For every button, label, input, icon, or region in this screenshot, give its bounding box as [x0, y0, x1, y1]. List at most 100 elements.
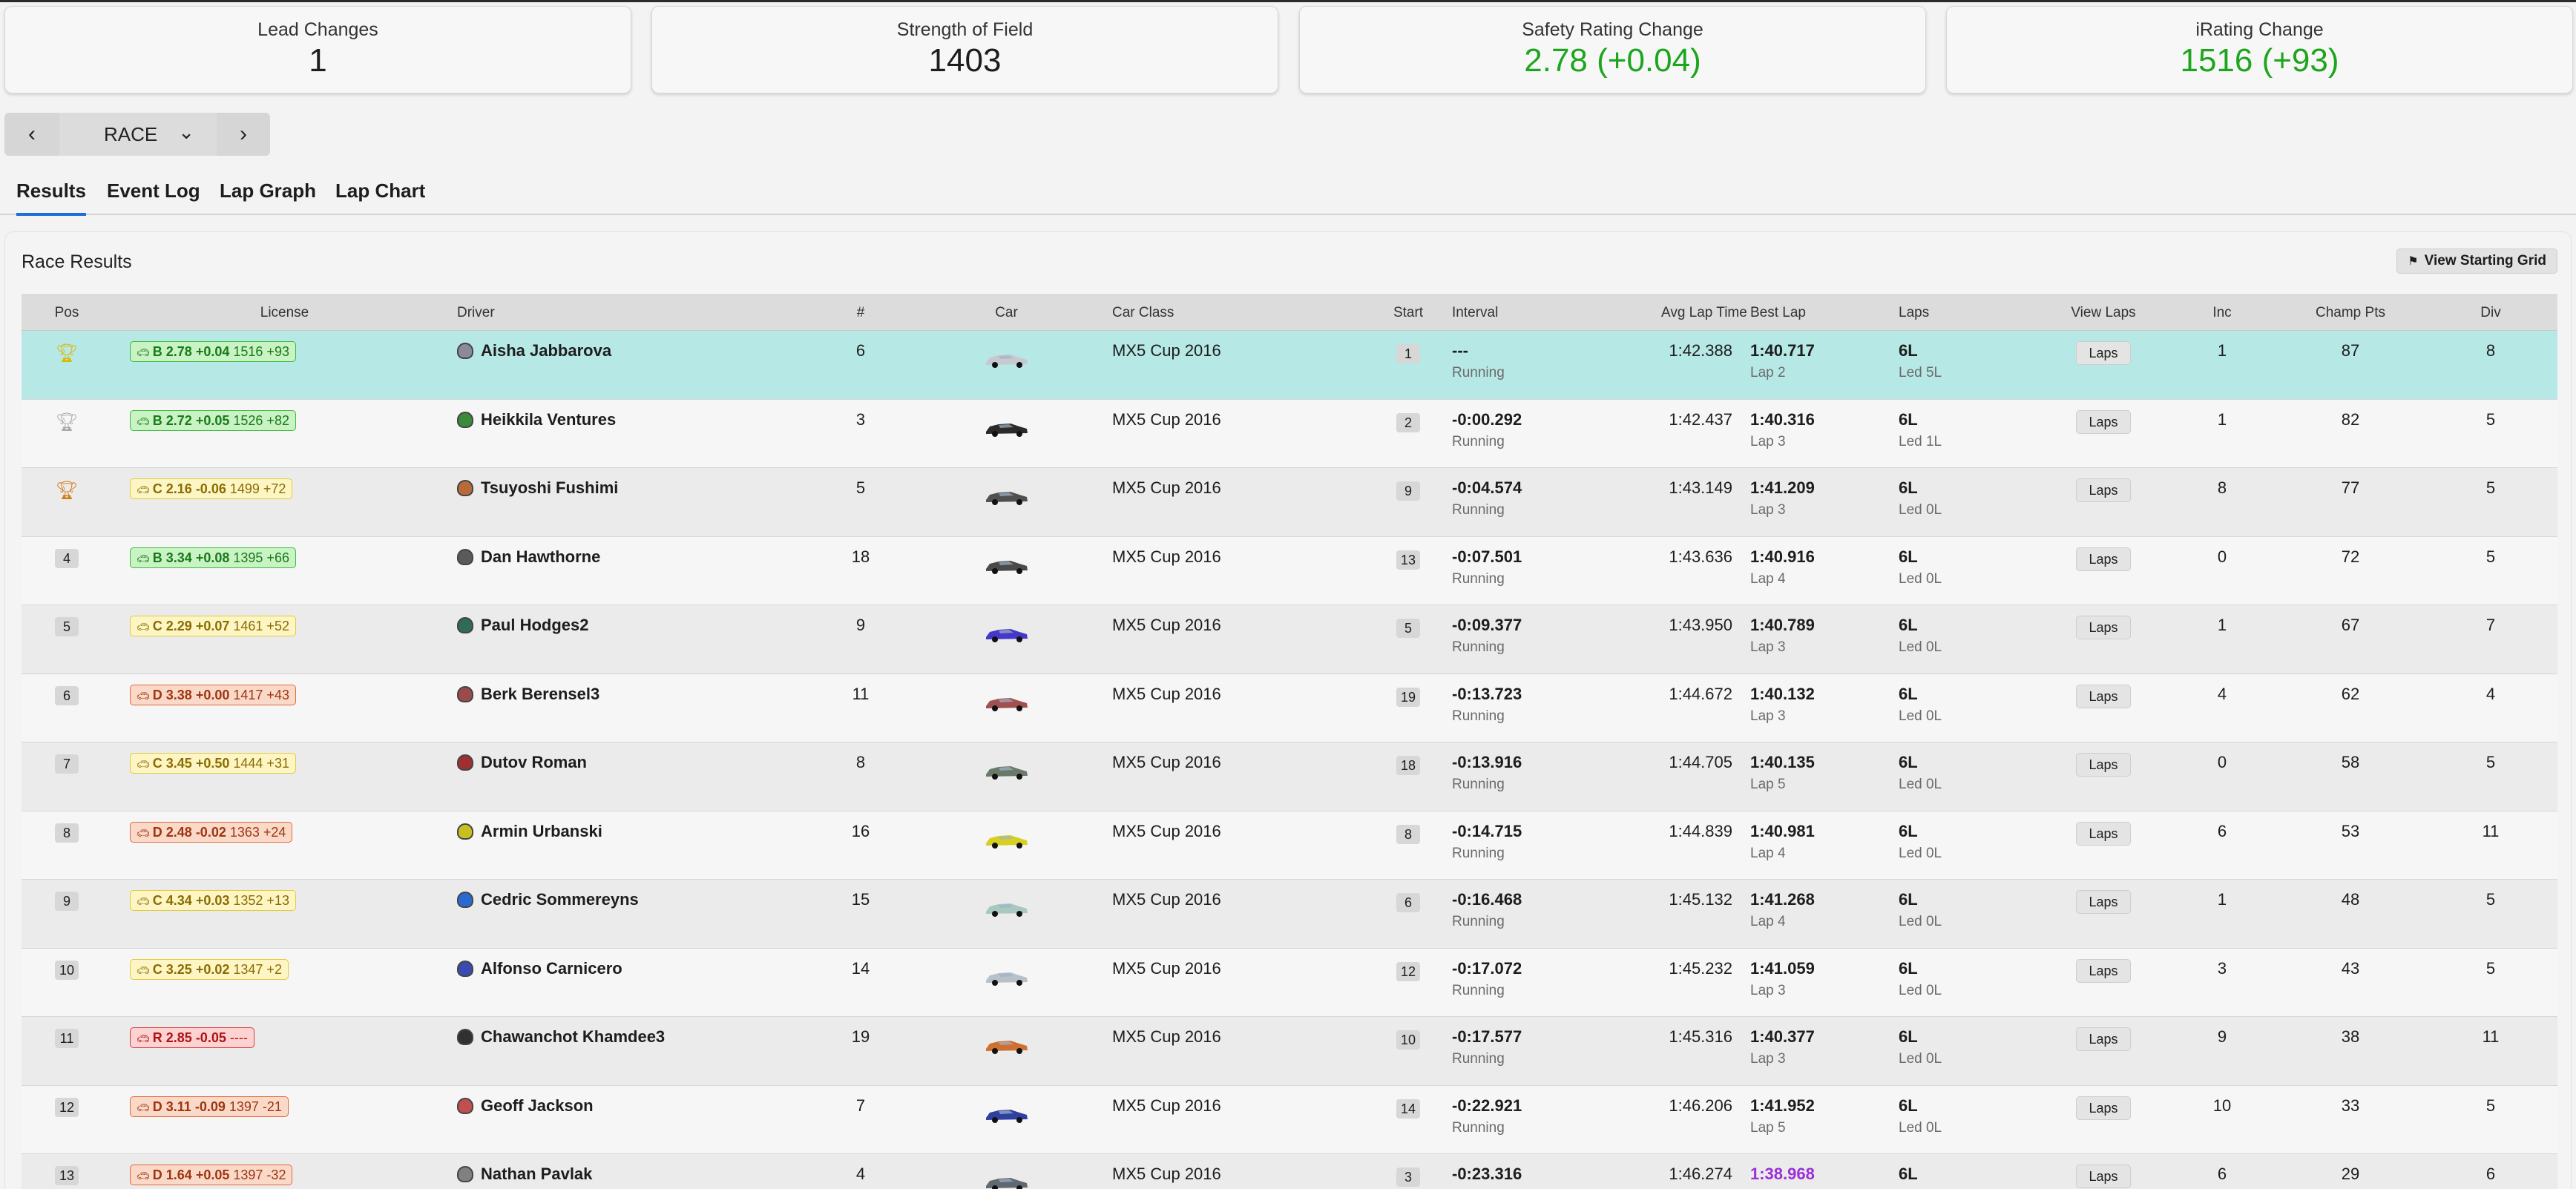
driver-link[interactable]: Dan Hawthorne	[457, 547, 821, 567]
session-dropdown-label: RACE	[104, 122, 158, 145]
cell-license: 🚗︎ C 2.29 +0.07 1461 +52	[112, 605, 457, 674]
col-champ-pts[interactable]: Champ Pts	[2277, 294, 2424, 331]
car-icon: 🚗︎	[137, 484, 150, 495]
cell-inc: 6	[2217, 821, 2227, 840]
cell-car-class: MX5 Cup 2016	[1112, 753, 1221, 771]
driver-link[interactable]: Geoff Jackson	[457, 1096, 821, 1116]
driver-link[interactable]: Aisha Jabbarova	[457, 341, 821, 360]
stat-lead-changes: Lead Changes 1	[4, 6, 631, 93]
interval-value: -0:17.577	[1452, 1027, 1522, 1046]
license-sr: B 3.34 +0.08	[152, 550, 230, 565]
car-icon: 🚗︎	[137, 1032, 150, 1044]
view-laps-button[interactable]: Laps	[2076, 341, 2131, 365]
tab-lap-graph[interactable]: Lap Graph	[220, 179, 316, 213]
col-car[interactable]: Car	[901, 294, 1112, 331]
laps-led: Led 0L	[1899, 982, 1942, 998]
col-driver[interactable]: Driver	[457, 294, 821, 331]
table-row[interactable]: 12 🚗︎ D 3.11 -0.09 1397 -21 Geoff Jackson…	[22, 1085, 2557, 1154]
driver-name: Alfonso Carnicero	[481, 958, 622, 978]
cell-start: 13	[1364, 536, 1452, 605]
driver-link[interactable]: Tsuyoshi Fushimi	[457, 478, 821, 498]
table-row[interactable]: 9 🚗︎ C 4.34 +0.03 1352 +13 Cedric Sommere…	[22, 879, 2557, 949]
cell-interval: -0:17.072 Running	[1452, 948, 1661, 1017]
view-laps-button[interactable]: Laps	[2076, 1165, 2131, 1188]
session-dropdown[interactable]: RACE ⌄	[59, 113, 217, 156]
cell-div: 5	[2485, 958, 2496, 978]
table-row[interactable]: 🏆︎1 🚗︎B 2.78 +0.04 1516 +93 Aisha Jabbar…	[22, 330, 2557, 400]
col-license[interactable]: License	[112, 294, 457, 331]
col-avg-lap-time[interactable]: Avg Lap Time	[1661, 294, 1750, 331]
next-session-button[interactable]: ›	[217, 113, 270, 156]
driver-link[interactable]: Armin Urbanski	[457, 822, 821, 841]
table-row[interactable]: 5 🚗︎ C 2.29 +0.07 1461 +52 Paul Hodges2 9	[22, 605, 2557, 674]
tab-lap-chart[interactable]: Lap Chart	[335, 179, 425, 213]
driver-link[interactable]: Dutov Roman	[457, 753, 821, 772]
results-table: Pos License Driver # Car Car Class Start…	[22, 294, 2557, 1189]
tab-results[interactable]: Results	[16, 179, 86, 216]
col-pos[interactable]: Pos	[22, 294, 112, 331]
view-starting-grid-button[interactable]: ⚑ View Starting Grid	[2396, 248, 2557, 274]
view-laps-button[interactable]: Laps	[2076, 547, 2131, 571]
tab-event-log[interactable]: Event Log	[107, 179, 200, 213]
driver-link[interactable]: Chawanchot Khamdee3	[457, 1027, 821, 1047]
cell-license: 🚗︎ C 4.34 +0.03 1352 +13	[112, 880, 457, 949]
driver-link[interactable]: Nathan Pavlak	[457, 1165, 821, 1184]
view-laps-button[interactable]: Laps	[2076, 1096, 2131, 1120]
view-laps-button[interactable]: Laps	[2076, 958, 2131, 983]
col-car-class[interactable]: Car Class	[1112, 294, 1364, 331]
cell-license: 🚗︎ D 1.64 +0.05 1397 -32	[112, 1154, 457, 1189]
cell-div: 4	[2485, 684, 2496, 703]
table-row[interactable]: 4 🚗︎ B 3.34 +0.08 1395 +66 Dan Hawthorne …	[22, 536, 2557, 605]
driver-link[interactable]: Cedric Sommereyns	[457, 890, 821, 909]
view-laps-button[interactable]: Laps	[2076, 684, 2131, 708]
cell-number: 14	[851, 958, 870, 978]
col-laps[interactable]: Laps	[1899, 294, 2040, 331]
cell-best-lap: 1:40.981 Lap 4	[1750, 811, 1899, 880]
cell-best-lap: 1:40.916 Lap 4	[1750, 536, 1899, 605]
cell-interval: -0:14.715 Running	[1452, 811, 1661, 880]
driver-link[interactable]: Paul Hodges2	[457, 616, 821, 635]
col-best-lap[interactable]: Best Lap	[1750, 294, 1899, 331]
cell-div: 5	[2485, 1096, 2496, 1115]
cell-view-laps: Laps	[2040, 948, 2167, 1017]
col-div[interactable]: Div	[2424, 294, 2557, 331]
cell-pos: 🏆︎1	[22, 331, 112, 400]
cell-div: 5	[2485, 547, 2496, 566]
driver-link[interactable]: Heikkila Ventures	[457, 410, 821, 429]
table-row[interactable]: 7 🚗︎C 3.45 +0.50 1444 +31 Dutov Roman 8	[22, 742, 2557, 811]
driver-link[interactable]: Berk Berensel3	[457, 685, 821, 704]
table-row[interactable]: 10 🚗︎ C 3.25 +0.02 1347 +2 Alfonso Carnic…	[22, 948, 2557, 1017]
status-text: Running	[1452, 845, 1505, 861]
car-icon	[985, 423, 1028, 437]
cell-number: 6	[855, 341, 866, 360]
table-row[interactable]: 🏆︎2 🚗︎B 2.72 +0.05 1526 +82 Heikkila Ven…	[22, 399, 2557, 468]
best-lap-time: 1:38.968	[1750, 1165, 1815, 1183]
table-row[interactable]: 6 🚗︎ D 3.38 +0.00 1417 +43 Berk Berensel3…	[22, 673, 2557, 742]
table-row[interactable]: 11 🚗︎ R 2.85 -0.05 ---- Chawanchot Khamde…	[22, 1016, 2557, 1085]
view-laps-button[interactable]: Laps	[2076, 1027, 2131, 1051]
position-badge: 8	[55, 823, 79, 843]
license-irating: 1347 +2	[233, 961, 282, 977]
table-row[interactable]: 8 🚗︎ D 2.48 -0.02 1363 +24 Armin Urbanski…	[22, 811, 2557, 880]
col-interval[interactable]: Interval	[1452, 294, 1661, 331]
previous-session-button[interactable]: ‹	[4, 113, 59, 156]
view-laps-button[interactable]: Laps	[2076, 478, 2131, 502]
col-start[interactable]: Start	[1364, 294, 1452, 331]
table-row[interactable]: 13 🚗︎ D 1.64 +0.05 1397 -32 Nathan Pavlak…	[22, 1153, 2557, 1189]
cell-driver: Dan Hawthorne	[457, 536, 821, 605]
table-row[interactable]: 🏆︎3 🚗︎C 2.16 -0.06 1499 +72 Tsuyoshi Fus…	[22, 467, 2557, 537]
cell-interval: -0:07.501 Running	[1452, 536, 1661, 605]
best-lap-time: 1:40.717	[1750, 341, 1815, 360]
driver-name: Geoff Jackson	[481, 1096, 594, 1115]
col-number[interactable]: #	[821, 294, 901, 331]
interval-value: ---	[1452, 341, 1468, 360]
view-laps-button[interactable]: Laps	[2076, 753, 2131, 777]
car-icon: 🚗︎	[137, 826, 150, 839]
view-laps-button[interactable]: Laps	[2076, 409, 2131, 434]
view-laps-button[interactable]: Laps	[2076, 890, 2131, 914]
view-laps-button[interactable]: Laps	[2076, 616, 2131, 639]
view-laps-button[interactable]: Laps	[2076, 821, 2131, 846]
cell-start: 9	[1364, 468, 1452, 537]
driver-link[interactable]: Alfonso Carnicero	[457, 959, 821, 978]
col-inc[interactable]: Inc	[2167, 294, 2277, 331]
